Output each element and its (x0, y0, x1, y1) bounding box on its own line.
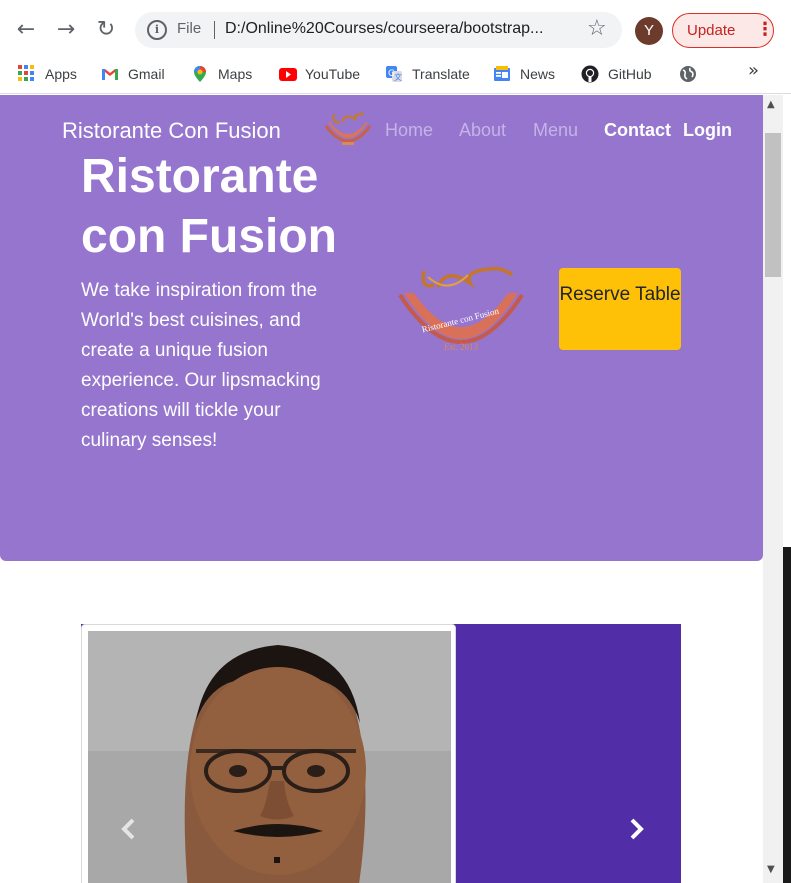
person-photo (88, 631, 451, 883)
youtube-icon (278, 65, 297, 83)
nav-menu-link[interactable]: Menu (533, 120, 578, 141)
scroll-down-arrow-icon[interactable]: ▼ (767, 864, 775, 875)
nav-contact-link[interactable]: Contact (604, 120, 671, 141)
url-separator (214, 21, 215, 39)
bookmark-github[interactable]: GitHub (581, 63, 652, 85)
nav-about-link[interactable]: About (459, 120, 506, 141)
forward-arrow-icon[interactable]: → (54, 16, 78, 44)
more-menu-icon[interactable]: ⋮ (756, 20, 774, 40)
translate-icon: G文 (385, 65, 403, 83)
browser-toolbar: ← → ↻ i File D:/Online%20Courses/coursee… (0, 0, 791, 60)
bookmark-youtube[interactable]: YouTube (278, 63, 360, 85)
info-icon[interactable]: i (147, 20, 167, 40)
address-bar[interactable]: i File D:/Online%20Courses/courseera/boo… (135, 12, 622, 48)
reserve-table-button[interactable]: Reserve Table (559, 268, 681, 350)
bookmark-gmail[interactable]: Gmail (101, 63, 165, 85)
logo-year: Est. 2013 (444, 342, 479, 352)
background-window-dark (783, 547, 791, 883)
page-viewport: Ristorante Con Fusion Home About Menu Co… (0, 95, 763, 883)
carousel (81, 624, 681, 883)
url-text[interactable]: D:/Online%20Courses/courseera/bootstrap.… (225, 20, 543, 38)
bookmarks-bar: Apps Gmail Maps YouTube G文 Translate New… (0, 56, 791, 94)
hero-text: We take inspiration from the World's bes… (81, 280, 321, 451)
scroll-up-arrow-icon[interactable]: ▲ (767, 99, 775, 110)
hero-title: Ristorante con Fusion (81, 150, 337, 263)
update-label: Update (687, 22, 736, 39)
jumbotron: Ristorante Con Fusion Home About Menu Co… (0, 95, 763, 561)
bookmark-star-icon[interactable]: ☆ (587, 16, 607, 41)
bookmark-label: Apps (45, 66, 77, 82)
carousel-next-icon[interactable] (621, 814, 651, 844)
navbar-brand[interactable]: Ristorante Con Fusion (62, 118, 281, 144)
bookmark-label: Gmail (128, 66, 165, 82)
bookmark-label: YouTube (305, 66, 361, 82)
bookmark-apps[interactable]: Apps (18, 63, 77, 85)
bookmark-label: GitHub (608, 66, 652, 82)
bookmark-label: News (520, 66, 556, 82)
bookmark-news[interactable]: News (493, 63, 555, 85)
bookmarks-overflow-icon[interactable]: » (748, 60, 759, 81)
bookmark-translate[interactable]: G文 Translate (385, 63, 470, 85)
update-button[interactable]: Update ⋮ (672, 13, 774, 48)
back-arrow-icon[interactable]: ← (14, 16, 38, 44)
bookmark-globe[interactable] (679, 63, 706, 85)
scrollbar-thumb[interactable] (765, 133, 781, 277)
profile-avatar[interactable]: Y (635, 17, 663, 45)
gmail-icon (101, 65, 119, 83)
maps-pin-icon (191, 65, 209, 83)
background-window-edge (783, 95, 791, 883)
svg-text:文: 文 (394, 72, 402, 82)
globe-icon (679, 65, 697, 83)
apps-grid-icon (18, 65, 36, 83)
reload-icon[interactable]: ↻ (94, 16, 118, 44)
carousel-slide (81, 624, 456, 883)
news-icon (493, 65, 511, 83)
url-scheme: File (177, 20, 202, 37)
bookmark-label: Translate (412, 66, 470, 82)
carousel-prev-icon[interactable] (114, 814, 144, 844)
bookmark-maps[interactable]: Maps (191, 63, 252, 85)
vertical-scrollbar[interactable]: ▲ ▼ (763, 95, 783, 883)
nav-login-link[interactable]: Login (683, 120, 732, 141)
navbar-logo-icon[interactable] (322, 110, 374, 150)
restaurant-logo: Ristorante con Fusion Est. 2013 (398, 266, 524, 352)
nav-home-link[interactable]: Home (385, 120, 433, 141)
bookmark-label: Maps (218, 66, 253, 82)
github-icon (581, 65, 599, 83)
